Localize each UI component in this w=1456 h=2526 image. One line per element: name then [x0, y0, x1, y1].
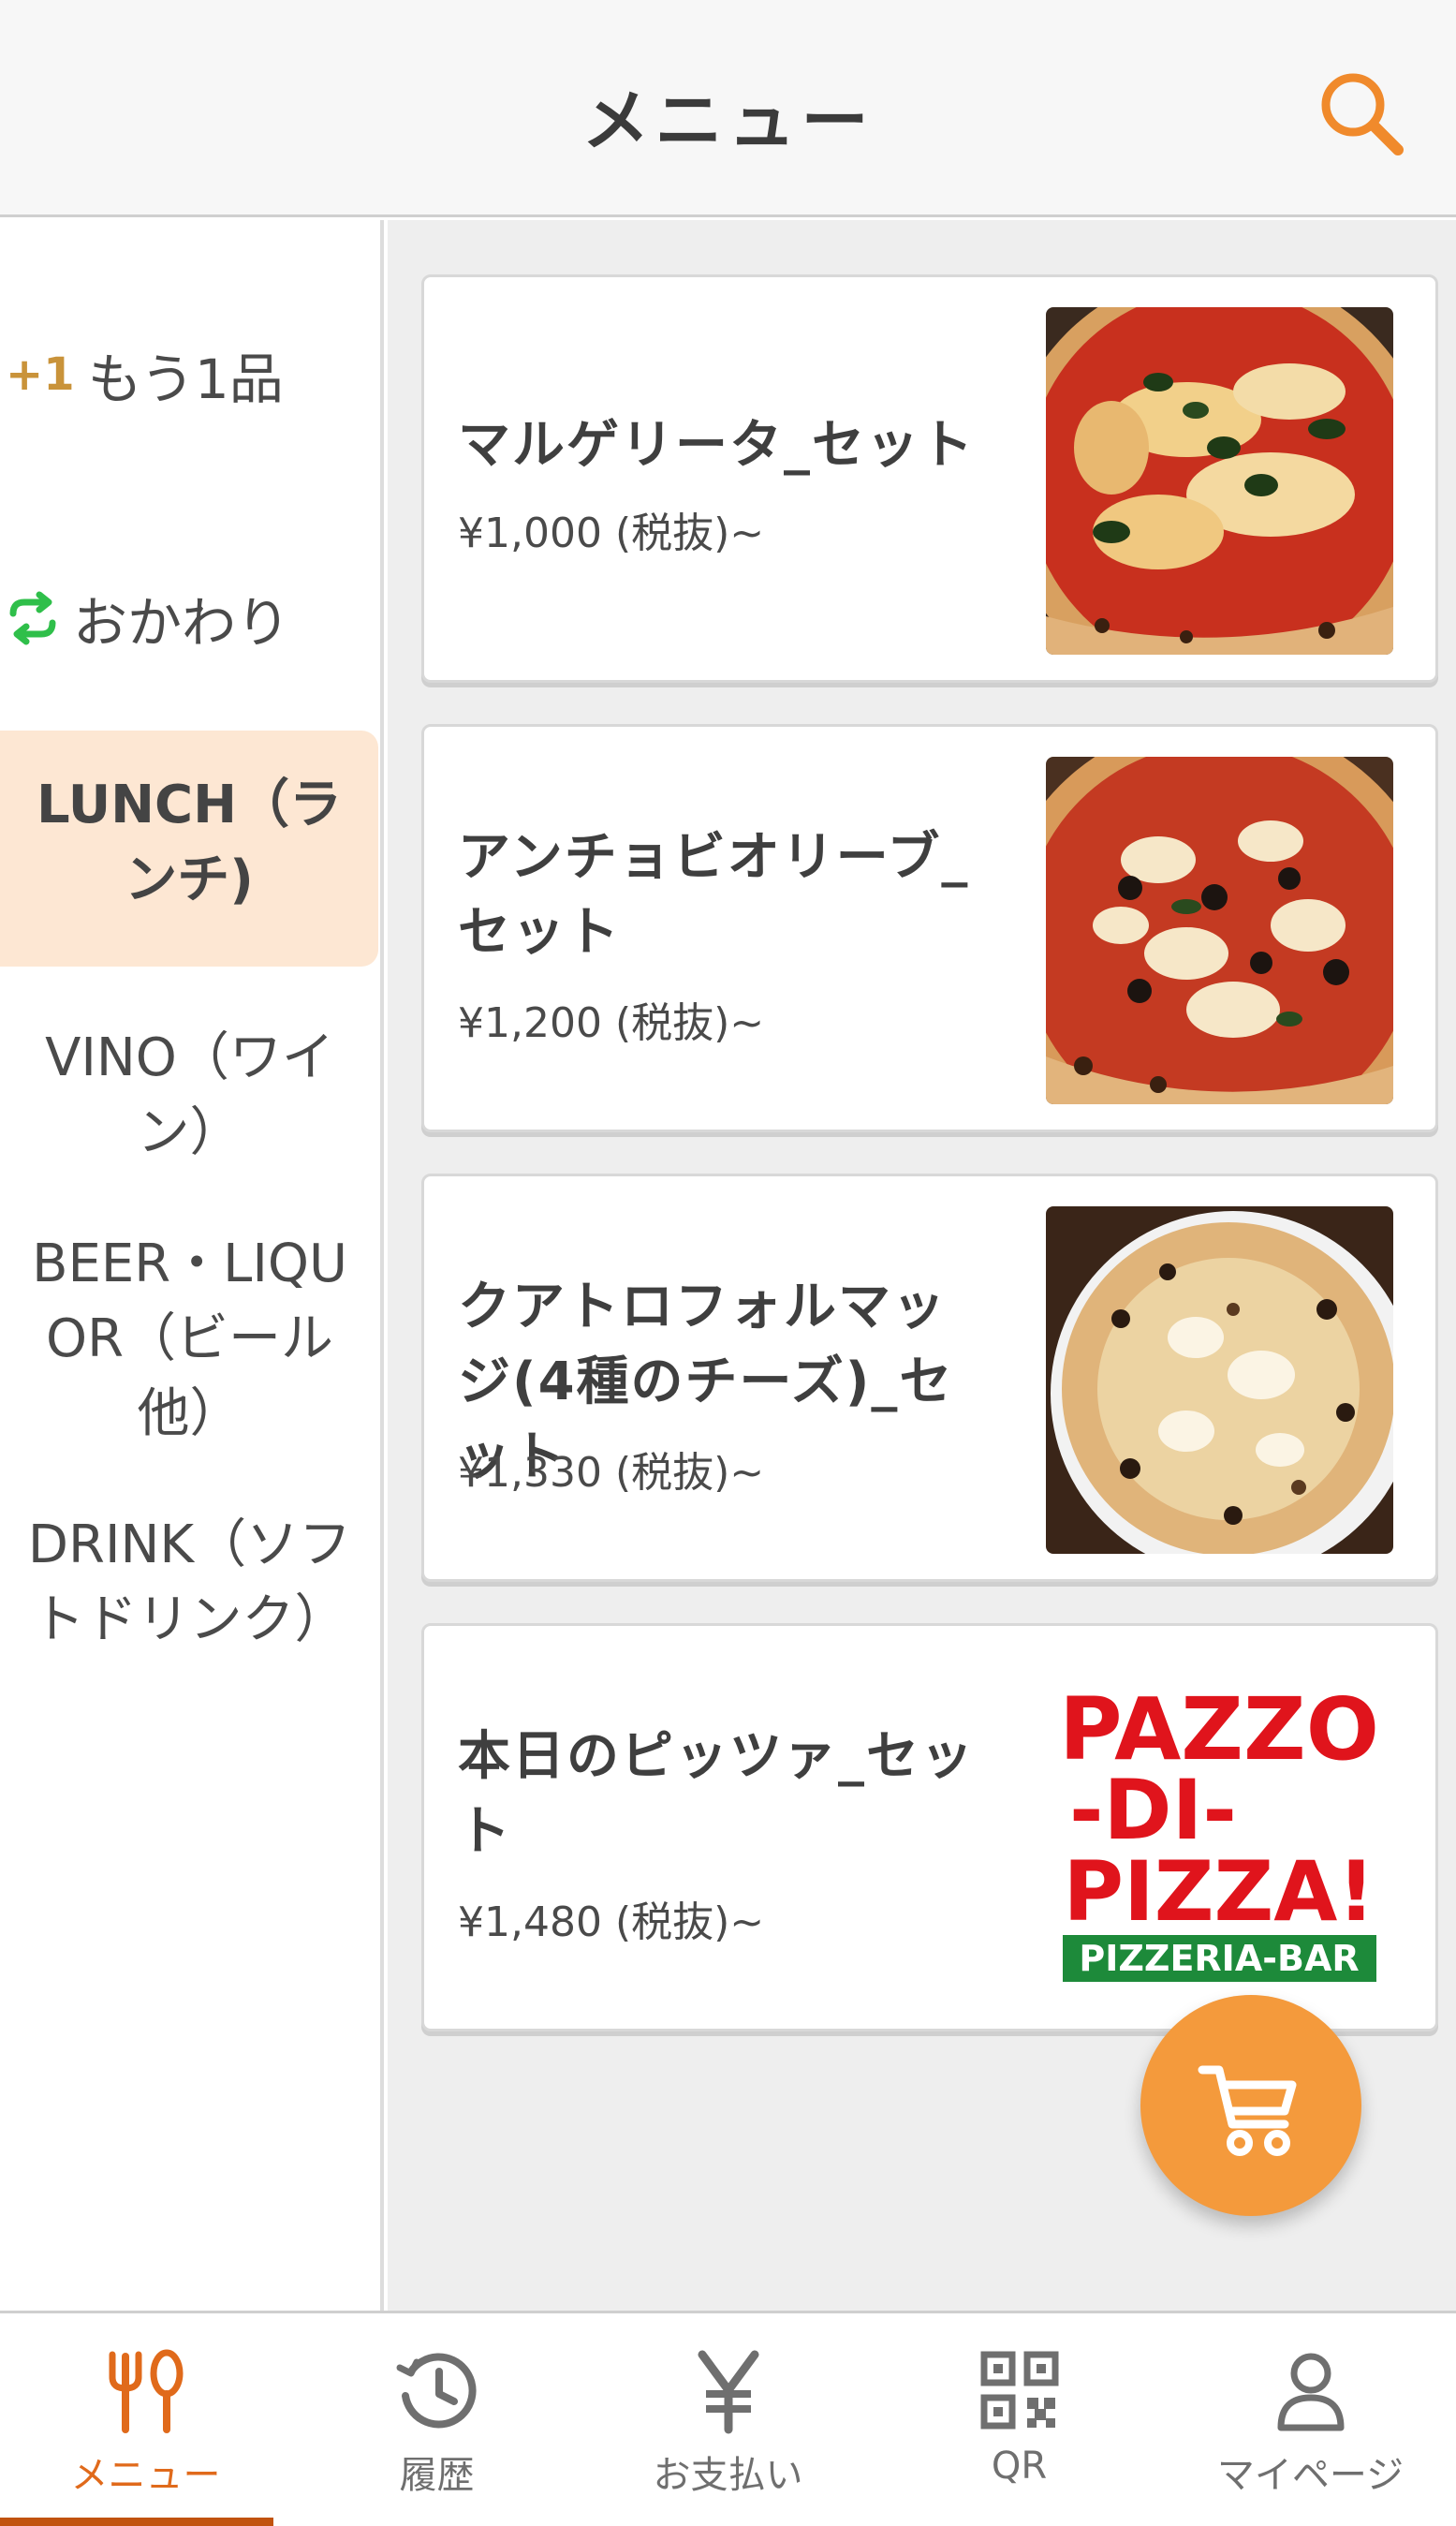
sidebar-item-drink[interactable]: DRINK（ソフトドリンク）: [0, 1508, 379, 1658]
sidebar-item-lunch[interactable]: LUNCH（ランチ): [0, 731, 378, 967]
nav-label: QR: [991, 2445, 1048, 2488]
menu-item-card[interactable]: クアトロフォルマッジ(4種のチーズ)_セット ¥1,330 (税抜)~: [421, 1174, 1438, 1582]
sidebar-item-label: おかわり: [73, 591, 291, 655]
menu-item-image: [1046, 307, 1393, 655]
menu-item-name: マルゲリータ_セット: [458, 415, 975, 476]
menu-item-card[interactable]: マルゲリータ_セット ¥1,000 (税抜)~: [421, 274, 1438, 683]
pazzo-di-pizza-logo: PAZZO -DI- PIZZA! PIZZERIA-BAR: [1046, 1656, 1393, 2003]
bottom-navigation: メニュー 履歴 お支払い QR マイページ: [0, 2311, 1456, 2526]
sidebar-item-label: BEER・LIQUOR（ビール他）: [32, 1233, 347, 1444]
yen-icon: [582, 2343, 874, 2437]
refill-icon: [6, 591, 60, 645]
sidebar-item-one-more[interactable]: +1 もう1品: [0, 323, 379, 426]
nav-label: お支払い: [653, 2454, 803, 2497]
logo-text-line4: PIZZERIA-BAR: [1079, 1938, 1359, 1979]
nav-item-payment[interactable]: お支払い: [582, 2313, 874, 2526]
menu-item-image: [1046, 1206, 1393, 1554]
logo-text-line3: PIZZA!: [1063, 1843, 1375, 1940]
menu-item-name: 本日のピッツァ_セット: [458, 1726, 975, 1862]
menu-item-price: ¥1,000 (税抜)~: [458, 510, 765, 557]
menu-item-price: ¥1,480 (税抜)~: [458, 1898, 765, 1946]
menu-item-image: [1046, 757, 1393, 1104]
app-root: メニュー +1 もう1品 おかわり LUNCH（ランチ) VINO（ワイン） B…: [0, 0, 1456, 2526]
nav-label: 履歴: [399, 2454, 475, 2497]
nav-item-qr[interactable]: QR: [874, 2313, 1165, 2526]
menu-item-card[interactable]: 本日のピッツァ_セット ¥1,480 (税抜)~ PAZZO -DI- PIZZ…: [421, 1623, 1438, 2031]
sidebar-item-beer-liquor[interactable]: BEER・LIQUOR（ビール他）: [0, 1227, 379, 1452]
nav-label: マイページ: [1216, 2454, 1405, 2497]
sidebar-item-label: もう1品: [87, 347, 284, 411]
sidebar-item-refill[interactable]: おかわり: [0, 567, 379, 670]
menu-item-price: ¥1,200 (税抜)~: [458, 999, 765, 1047]
plus-one-icon: +1: [6, 348, 75, 401]
search-icon: [1321, 73, 1404, 155]
nav-item-mypage[interactable]: マイページ: [1165, 2313, 1456, 2526]
nav-item-history[interactable]: 履歴: [291, 2313, 582, 2526]
menu-item-card[interactable]: アンチョビオリーブ_セット ¥1,200 (税抜)~: [421, 724, 1438, 1132]
menu-item-price: ¥1,330 (税抜)~: [458, 1449, 765, 1497]
nav-label: メニュー: [70, 2454, 221, 2497]
page-title: メニュー: [581, 81, 875, 160]
sidebar-item-label: VINO（ワイン）: [45, 1027, 334, 1163]
qr-code-icon: [874, 2343, 1165, 2437]
nav-item-menu[interactable]: メニュー: [0, 2313, 291, 2526]
cart-button[interactable]: [1140, 1995, 1361, 2216]
menu-item-name: アンチョビオリーブ_セット: [458, 827, 970, 963]
sidebar-item-vino[interactable]: VINO（ワイン）: [0, 1021, 379, 1171]
fork-spoon-icon: [0, 2343, 291, 2437]
cart-icon: [1198, 2065, 1297, 2156]
sidebar-item-label: LUNCH（ランチ): [37, 775, 342, 910]
sidebar-item-label: DRINK（ソフトドリンク）: [27, 1514, 352, 1650]
search-button[interactable]: [1316, 67, 1409, 161]
header-bar: メニュー: [0, 0, 1456, 217]
active-tab-indicator: [0, 2518, 273, 2526]
history-icon: [291, 2343, 582, 2437]
user-icon: [1165, 2343, 1456, 2437]
menu-list: マルゲリータ_セット ¥1,000 (税抜)~ アンチョビオリーブ_セット ¥1…: [388, 220, 1456, 2311]
category-sidebar: +1 もう1品 おかわり LUNCH（ランチ) VINO（ワイン） BEER・L…: [0, 220, 384, 2311]
